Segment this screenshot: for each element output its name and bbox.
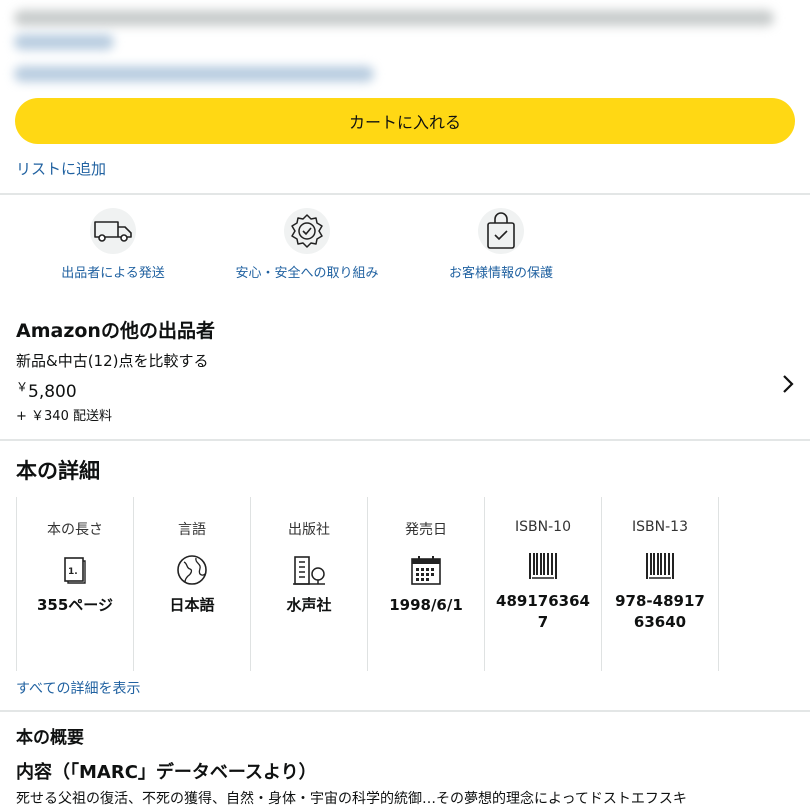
feature-label: 安心・安全への取り組み (235, 266, 379, 281)
price-value: 5,800 (28, 382, 77, 402)
blurred-link (14, 34, 114, 50)
shipping-fee: + ￥340 配送料 (16, 409, 112, 424)
card-heading: 言語 (178, 522, 206, 538)
blurred-text-line (14, 10, 774, 26)
other-sellers-title: Amazonの他の出品者 (16, 320, 215, 342)
svg-text:1.: 1. (68, 567, 78, 577)
barcode-icon (485, 549, 601, 583)
detail-card-language[interactable]: 言語 日本語 (133, 497, 250, 671)
feature-safety[interactable]: 安心・安全への取り組み (212, 208, 402, 281)
detail-card-publisher[interactable]: 出版社 水声社 (250, 497, 367, 671)
detail-card-isbn10[interactable]: ISBN-10 4891763647 (484, 497, 601, 671)
content-heading: 内容（「MARC」データベースより） (16, 762, 317, 783)
shield-badge-icon (284, 208, 330, 254)
globe-icon (134, 553, 250, 587)
card-heading: 本の長さ (47, 522, 103, 538)
show-all-details-link[interactable]: すべての詳細を表示 (16, 678, 140, 698)
book-summary-title: 本の概要 (16, 728, 84, 748)
detail-card-release-date[interactable]: 発売日 1998/6/1 (367, 497, 484, 671)
card-heading: 発売日 (405, 522, 447, 538)
card-value: 978-4891763640 (615, 592, 705, 631)
card-value: 水声社 (286, 596, 332, 614)
card-heading: ISBN-13 (632, 519, 688, 535)
card-value: 1998/6/1 (389, 596, 463, 614)
add-to-list-link[interactable]: リストに追加 (16, 158, 106, 179)
truck-icon (90, 208, 136, 254)
page-icon: 1. (17, 553, 133, 587)
compare-offers-link[interactable]: 新品&中古(12)点を比較する (16, 350, 209, 371)
feature-label: お客様情報の保護 (448, 266, 553, 281)
chevron-right-icon[interactable] (778, 372, 798, 396)
detail-card-length[interactable]: 本の長さ 1. 355ページ (16, 497, 133, 671)
book-details-cards[interactable]: 本の長さ 1. 355ページ 言語 日本語 出版社 水声社 発売日 1998/6… (16, 497, 719, 671)
blurred-link-row (14, 66, 374, 82)
divider (0, 439, 810, 441)
feature-seller-shipping[interactable]: 出品者による発送 (18, 208, 208, 281)
card-value: 日本語 (169, 596, 215, 614)
card-heading: ISBN-10 (515, 519, 571, 535)
content-text: 死せる父祖の復活、不死の獲得、自然・身体・宇宙の科学的統御…その夢想的理念によっ… (16, 791, 687, 807)
building-icon (251, 553, 367, 587)
price-symbol: ￥ (16, 380, 29, 394)
lock-bag-icon (478, 208, 524, 254)
offer-price: ￥5,800 (16, 378, 77, 402)
barcode-icon (602, 549, 718, 583)
divider (0, 710, 810, 712)
blurred-header-content (0, 0, 810, 92)
card-heading: 出版社 (288, 522, 330, 538)
feature-label: 出品者による発送 (61, 266, 165, 281)
card-value: 355ページ (36, 596, 113, 614)
feature-privacy[interactable]: お客様情報の保護 (406, 208, 596, 281)
calendar-icon (368, 553, 484, 587)
book-details-title: 本の詳細 (16, 459, 100, 483)
divider (0, 193, 810, 195)
detail-card-isbn13[interactable]: ISBN-13 978-4891763640 (601, 497, 719, 671)
add-to-cart-button[interactable]: カートに入れる (15, 98, 795, 144)
card-value: 4891763647 (496, 592, 590, 631)
